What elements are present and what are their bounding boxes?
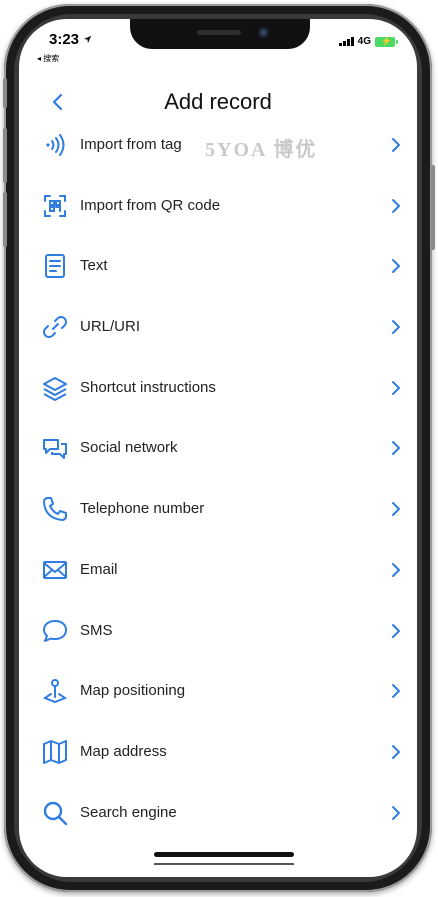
list-item-label: Text — [80, 257, 108, 275]
home-indicator-shadow — [154, 863, 294, 865]
back-to-app-link[interactable]: ◂ 搜索 — [37, 53, 59, 64]
chat-bubbles-icon — [43, 439, 67, 460]
list-item-text[interactable]: Text — [19, 235, 417, 296]
signal-icon — [338, 37, 354, 46]
status-indicators: 4G ⚡ — [338, 36, 398, 47]
volume-down-button — [3, 192, 7, 247]
watermark-logo: 5YOA 博优 — [205, 139, 318, 161]
search-icon — [43, 801, 68, 825]
list-item-label: Social network — [80, 439, 178, 457]
layers-icon — [43, 376, 67, 401]
list-item-label: Shortcut instructions — [80, 378, 216, 396]
list-item-map-address[interactable]: Map address — [19, 721, 417, 782]
chevron-right-icon — [392, 138, 400, 152]
list-item-social-network[interactable]: Social network — [19, 417, 417, 478]
chevron-right-icon — [392, 380, 400, 395]
map-pin-icon — [42, 679, 68, 704]
chevron-right-icon — [392, 744, 400, 759]
list-item-label: Email — [80, 560, 118, 578]
list-item-shortcut-instructions[interactable]: Shortcut instructions — [19, 357, 417, 418]
volume-up-button — [3, 128, 7, 183]
page-title: Add record — [164, 89, 272, 114]
list-item-label: Map address — [80, 742, 167, 760]
list-item-label: Import from tag — [80, 136, 182, 153]
list-item-label: URL/URI — [80, 318, 141, 336]
chevron-right-icon — [392, 320, 400, 335]
list-item-sms[interactable]: SMS — [19, 600, 417, 661]
chevron-right-icon — [392, 198, 400, 213]
speaker — [197, 30, 241, 35]
chevron-right-icon — [392, 805, 400, 820]
message-bubble-icon — [43, 619, 67, 642]
text-document-icon — [45, 254, 65, 279]
screen: 3:23 ◂ 搜索 4G ⚡ Add record Import from ta… — [19, 19, 417, 877]
list-item-import-from-qr[interactable]: Import from QR code — [19, 175, 417, 236]
home-indicator[interactable] — [154, 852, 294, 857]
list-item-telephone-number[interactable]: Telephone number — [19, 478, 417, 539]
list-item-url-uri[interactable]: URL/URI — [19, 296, 417, 357]
chevron-right-icon — [392, 441, 400, 456]
network-type: 4G — [357, 36, 371, 47]
chevron-right-icon — [392, 562, 400, 577]
chevron-right-icon — [392, 259, 400, 274]
envelope-icon — [43, 560, 67, 579]
chevron-right-icon — [392, 502, 400, 517]
list-item-label: Search engine — [80, 803, 177, 821]
map-icon — [43, 739, 67, 764]
battery-charging-icon: ⚡ — [375, 36, 398, 47]
chevron-right-icon — [392, 684, 400, 699]
front-camera — [258, 27, 269, 38]
location-arrow-icon — [84, 35, 92, 44]
status-time: 3:23 — [49, 31, 92, 48]
list-item-map-positioning[interactable]: Map positioning — [19, 660, 417, 721]
chevron-right-icon — [392, 623, 400, 638]
notch — [130, 19, 310, 49]
list-item-email[interactable]: Email — [19, 539, 417, 600]
qr-scan-icon — [44, 194, 66, 217]
list-item-label: SMS — [80, 621, 113, 639]
list-item-search-engine[interactable]: Search engine — [19, 782, 417, 843]
phone-icon — [43, 497, 67, 522]
list-item-import-from-tag[interactable]: Import from tag 5YOA 博优 — [19, 114, 417, 175]
power-button — [431, 165, 435, 250]
nfc-icon — [46, 134, 65, 156]
record-type-list: Import from tag 5YOA 博优 Import from QR c… — [19, 114, 417, 842]
list-item-label: Telephone number — [80, 500, 205, 518]
silent-switch — [3, 78, 7, 108]
list-item-label: Import from QR code — [80, 196, 221, 214]
link-icon — [43, 316, 67, 339]
list-item-label: Map positioning — [80, 682, 186, 700]
